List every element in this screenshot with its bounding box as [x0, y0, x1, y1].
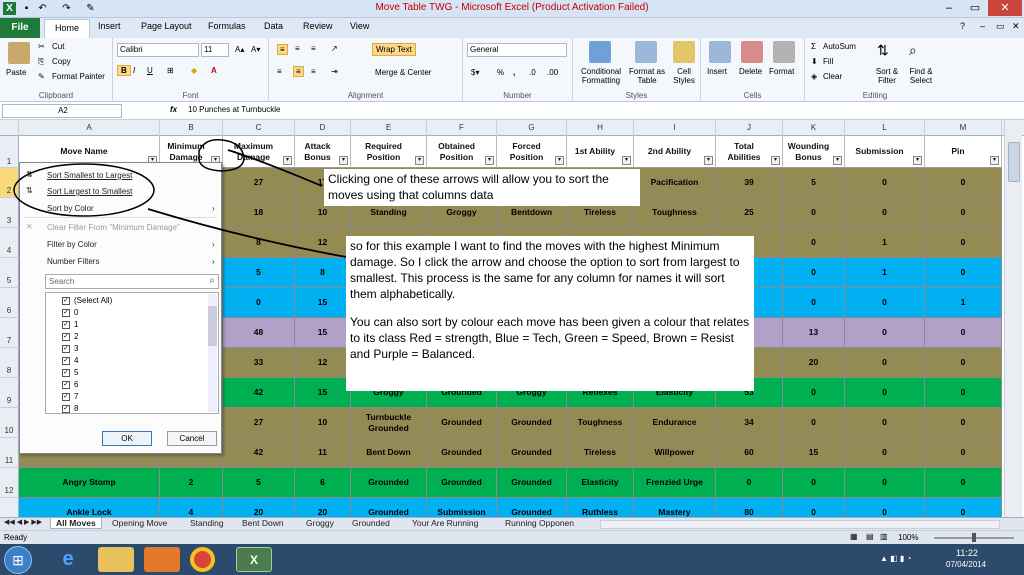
sheet-tab-your-are-running[interactable]: Your Are Running: [412, 518, 478, 528]
internet-explorer-icon[interactable]: e: [50, 547, 86, 572]
taskbar: ⊞ e X ▲ ◧ ▮ ◔ 11:22 07/04/2014: [0, 544, 1024, 575]
clock-time[interactable]: 11:22: [956, 548, 978, 558]
page-layout-view-icon[interactable]: ▤: [866, 532, 874, 541]
chrome-icon[interactable]: [190, 547, 215, 572]
start-button[interactable]: ⊞: [4, 546, 32, 574]
clock-date[interactable]: 07/04/2014: [946, 560, 986, 569]
status-bar: Ready ▦ ▤ ▥ 100%: [0, 530, 1024, 544]
status-ready: Ready: [4, 533, 28, 542]
annotation-note-2-text: so for this example I want to find the m…: [350, 239, 740, 301]
annotation-note-1: Clicking one of these arrows will allow …: [324, 169, 640, 206]
sheet-tab-grounded[interactable]: Grounded: [352, 518, 390, 528]
excel-taskbar-icon[interactable]: X: [236, 547, 272, 572]
first-sheet-icon[interactable]: ◀◀ ◀ ▶ ▶▶: [4, 518, 42, 526]
sheet-tabs-bar: ◀◀ ◀ ▶ ▶▶ All Moves Opening Move Standin…: [0, 517, 1024, 530]
horizontal-scrollbar[interactable]: [600, 520, 1000, 529]
page-break-view-icon[interactable]: ▥: [880, 532, 888, 541]
sheet-tab-all-moves[interactable]: All Moves: [50, 518, 102, 529]
media-player-icon[interactable]: [144, 547, 180, 572]
sheet-tab-groggy[interactable]: Groggy: [306, 518, 334, 528]
sheet-tab-opening-move[interactable]: Opening Move: [112, 518, 167, 528]
annotation-note-2-text-2: You can also sort by colour each move ha…: [350, 315, 750, 361]
sheet-tab-running-opponent[interactable]: Running Opponen: [505, 518, 574, 528]
annotation-note-2: so for this example I want to find the m…: [346, 236, 754, 391]
tray-icons[interactable]: ▲ ◧ ▮ ◔: [880, 554, 911, 563]
file-explorer-icon[interactable]: [98, 547, 134, 572]
zoom-slider-thumb[interactable]: [972, 533, 976, 542]
normal-view-icon[interactable]: ▦: [850, 532, 858, 541]
sheet-tab-standing[interactable]: Standing: [190, 518, 224, 528]
sheet-tab-bent-down[interactable]: Bent Down: [242, 518, 284, 528]
zoom-level[interactable]: 100%: [898, 533, 918, 542]
